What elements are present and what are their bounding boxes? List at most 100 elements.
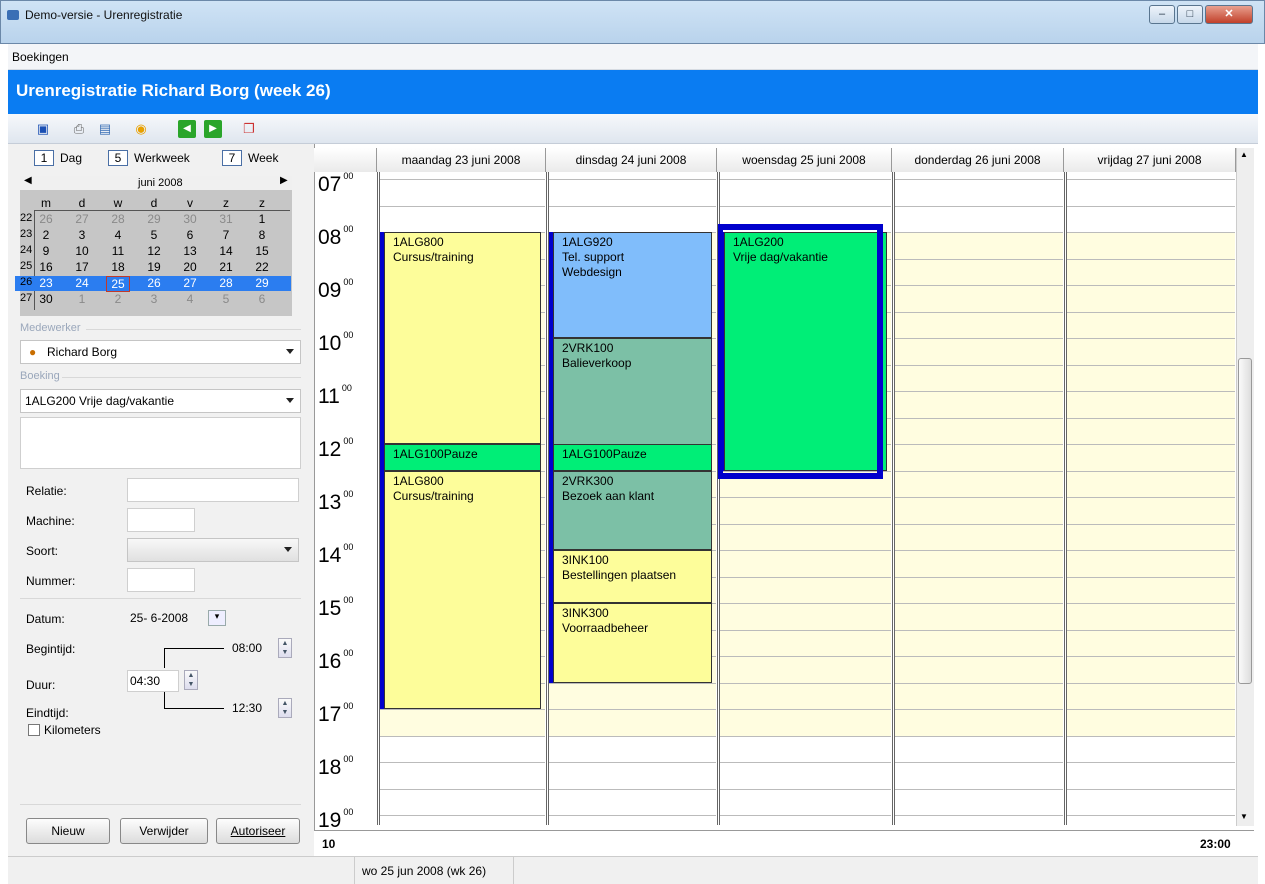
- calendar-day[interactable]: 19: [142, 260, 166, 274]
- day-header[interactable]: donderdag 26 juni 2008: [892, 148, 1064, 172]
- day-header[interactable]: vrijdag 27 juni 2008: [1064, 148, 1236, 172]
- scroll-up-icon[interactable]: ▲: [1240, 150, 1248, 159]
- calendar-picker-icon[interactable]: ▾: [208, 610, 226, 626]
- nummer-input[interactable]: [127, 568, 195, 592]
- calendar-day[interactable]: 20: [178, 260, 202, 274]
- calendar-day[interactable]: 15: [250, 244, 274, 258]
- print-preview-icon[interactable]: ▤: [96, 120, 114, 138]
- boeking-select[interactable]: 1ALG200 Vrije dag/vakantie: [20, 389, 301, 413]
- calendar-day[interactable]: 24: [70, 276, 94, 290]
- calendar-next-month[interactable]: ▶: [280, 175, 288, 186]
- appointment[interactable]: 1ALG100Pauze: [384, 444, 541, 471]
- calendar-day[interactable]: 30: [34, 292, 58, 306]
- calendar-day[interactable]: 9: [34, 244, 58, 258]
- maximize-button[interactable]: □: [1177, 5, 1203, 24]
- timer-icon[interactable]: ◉: [132, 120, 150, 138]
- calendar-day[interactable]: 30: [178, 212, 202, 226]
- calendar-day[interactable]: 11: [106, 244, 130, 258]
- calendar-prev-month[interactable]: ◀: [24, 175, 32, 186]
- calendar-day[interactable]: 28: [214, 276, 238, 290]
- print-icon[interactable]: ⎙: [70, 120, 88, 138]
- appointment[interactable]: 3INK100 Bestellingen plaatsen: [553, 550, 712, 603]
- calendar-day[interactable]: 27: [70, 212, 94, 226]
- eindtijd-spinner[interactable]: ▲ ▼: [278, 698, 292, 718]
- day-header[interactable]: maandag 23 juni 2008: [377, 148, 546, 172]
- calendar-day[interactable]: 13: [178, 244, 202, 258]
- calendar-day[interactable]: 27: [178, 276, 202, 290]
- kilometers-checkbox[interactable]: [28, 724, 40, 736]
- day-column[interactable]: [892, 172, 1063, 825]
- calendar-day[interactable]: 28: [106, 212, 130, 226]
- begintijd-input[interactable]: 08:00: [224, 638, 274, 660]
- duur-input[interactable]: 04:30: [127, 670, 179, 692]
- calendar-day[interactable]: 7: [214, 228, 238, 242]
- calendar-day[interactable]: 14: [214, 244, 238, 258]
- medewerker-select[interactable]: ● Richard Borg: [20, 340, 301, 364]
- verwijder-button[interactable]: Verwijder: [120, 818, 208, 844]
- calendar-day[interactable]: 23: [34, 276, 58, 290]
- soort-select[interactable]: [127, 538, 299, 562]
- schedule-scrollbar[interactable]: ▲ ▼: [1236, 148, 1254, 826]
- page-header: Urenregistratie Richard Borg (week 26): [8, 70, 1258, 114]
- calendar-day[interactable]: 22: [250, 260, 274, 274]
- calendar-day[interactable]: 4: [106, 228, 130, 242]
- calendar-day[interactable]: 10: [70, 244, 94, 258]
- calendar-day[interactable]: 26: [34, 212, 58, 226]
- menu-boekingen[interactable]: Boekingen: [12, 50, 69, 64]
- relatie-input[interactable]: [127, 478, 299, 502]
- scrollbar-thumb[interactable]: [1238, 358, 1252, 684]
- appointment[interactable]: 1ALG200 Vrije dag/vakantie: [724, 232, 887, 471]
- calendar-day[interactable]: 17: [70, 260, 94, 274]
- calendar-day[interactable]: 29: [250, 276, 274, 290]
- appointment[interactable]: 1ALG920 Tel. support Webdesign: [553, 232, 712, 338]
- calendar-day[interactable]: 3: [142, 292, 166, 306]
- calendar-day[interactable]: 26: [142, 276, 166, 290]
- minimize-button[interactable]: –: [1149, 5, 1175, 24]
- eindtijd-input[interactable]: 12:30: [224, 698, 274, 720]
- calendar-day[interactable]: 25: [106, 276, 130, 292]
- calendar-day[interactable]: 8: [250, 228, 274, 242]
- day-column[interactable]: [1064, 172, 1235, 825]
- day-header[interactable]: dinsdag 24 juni 2008: [546, 148, 717, 172]
- calendar-day[interactable]: 21: [214, 260, 238, 274]
- view-workweek-button[interactable]: 5 Werkweek: [108, 150, 190, 166]
- calendar-day[interactable]: 3: [70, 228, 94, 242]
- machine-input[interactable]: [127, 508, 195, 532]
- view-day-button[interactable]: 1 Dag: [34, 150, 82, 166]
- calendar-day[interactable]: 2: [106, 292, 130, 306]
- previous-week-icon[interactable]: ◀: [178, 120, 196, 138]
- appointment[interactable]: 1ALG800 Cursus/training: [384, 232, 541, 444]
- new-window-icon[interactable]: ❐: [240, 120, 258, 138]
- save-icon[interactable]: ▣: [34, 120, 52, 138]
- autoriseer-button[interactable]: Autoriseer: [216, 818, 300, 844]
- calendar-day[interactable]: 29: [142, 212, 166, 226]
- calendar-day[interactable]: 18: [106, 260, 130, 274]
- begintijd-spinner[interactable]: ▲ ▼: [278, 638, 292, 658]
- duur-spinner[interactable]: ▲ ▼: [184, 670, 198, 690]
- calendar-day[interactable]: 5: [142, 228, 166, 242]
- calendar-day[interactable]: 2: [34, 228, 58, 242]
- calendar-day[interactable]: 1: [70, 292, 94, 306]
- day-header[interactable]: woensdag 25 juni 2008: [717, 148, 892, 172]
- appointment[interactable]: 1ALG800 Cursus/training: [384, 470, 541, 709]
- boeking-notes-textarea[interactable]: [20, 417, 301, 469]
- calendar-day[interactable]: 31: [214, 212, 238, 226]
- time-slot-line: [549, 179, 716, 180]
- time-slot-line: [1067, 338, 1235, 339]
- appointment[interactable]: 3INK300 Voorraadbeheer: [553, 603, 712, 683]
- calendar-day[interactable]: 6: [178, 228, 202, 242]
- datum-value[interactable]: 25- 6-2008: [130, 611, 188, 625]
- calendar-day[interactable]: 5: [214, 292, 238, 306]
- nieuw-button[interactable]: Nieuw: [26, 818, 110, 844]
- calendar-day[interactable]: 4: [178, 292, 202, 306]
- close-button[interactable]: ✕: [1205, 5, 1253, 24]
- calendar-day[interactable]: 1: [250, 212, 274, 226]
- view-week-button[interactable]: 7 Week: [222, 150, 278, 166]
- appointment[interactable]: 1ALG100Pauze: [553, 444, 712, 471]
- appointment[interactable]: 2VRK300 Bezoek aan klant: [553, 470, 712, 550]
- calendar-day[interactable]: 16: [34, 260, 58, 274]
- calendar-day[interactable]: 6: [250, 292, 274, 306]
- calendar-day[interactable]: 12: [142, 244, 166, 258]
- scroll-down-icon[interactable]: ▼: [1240, 812, 1248, 821]
- next-week-icon[interactable]: ▶: [204, 120, 222, 138]
